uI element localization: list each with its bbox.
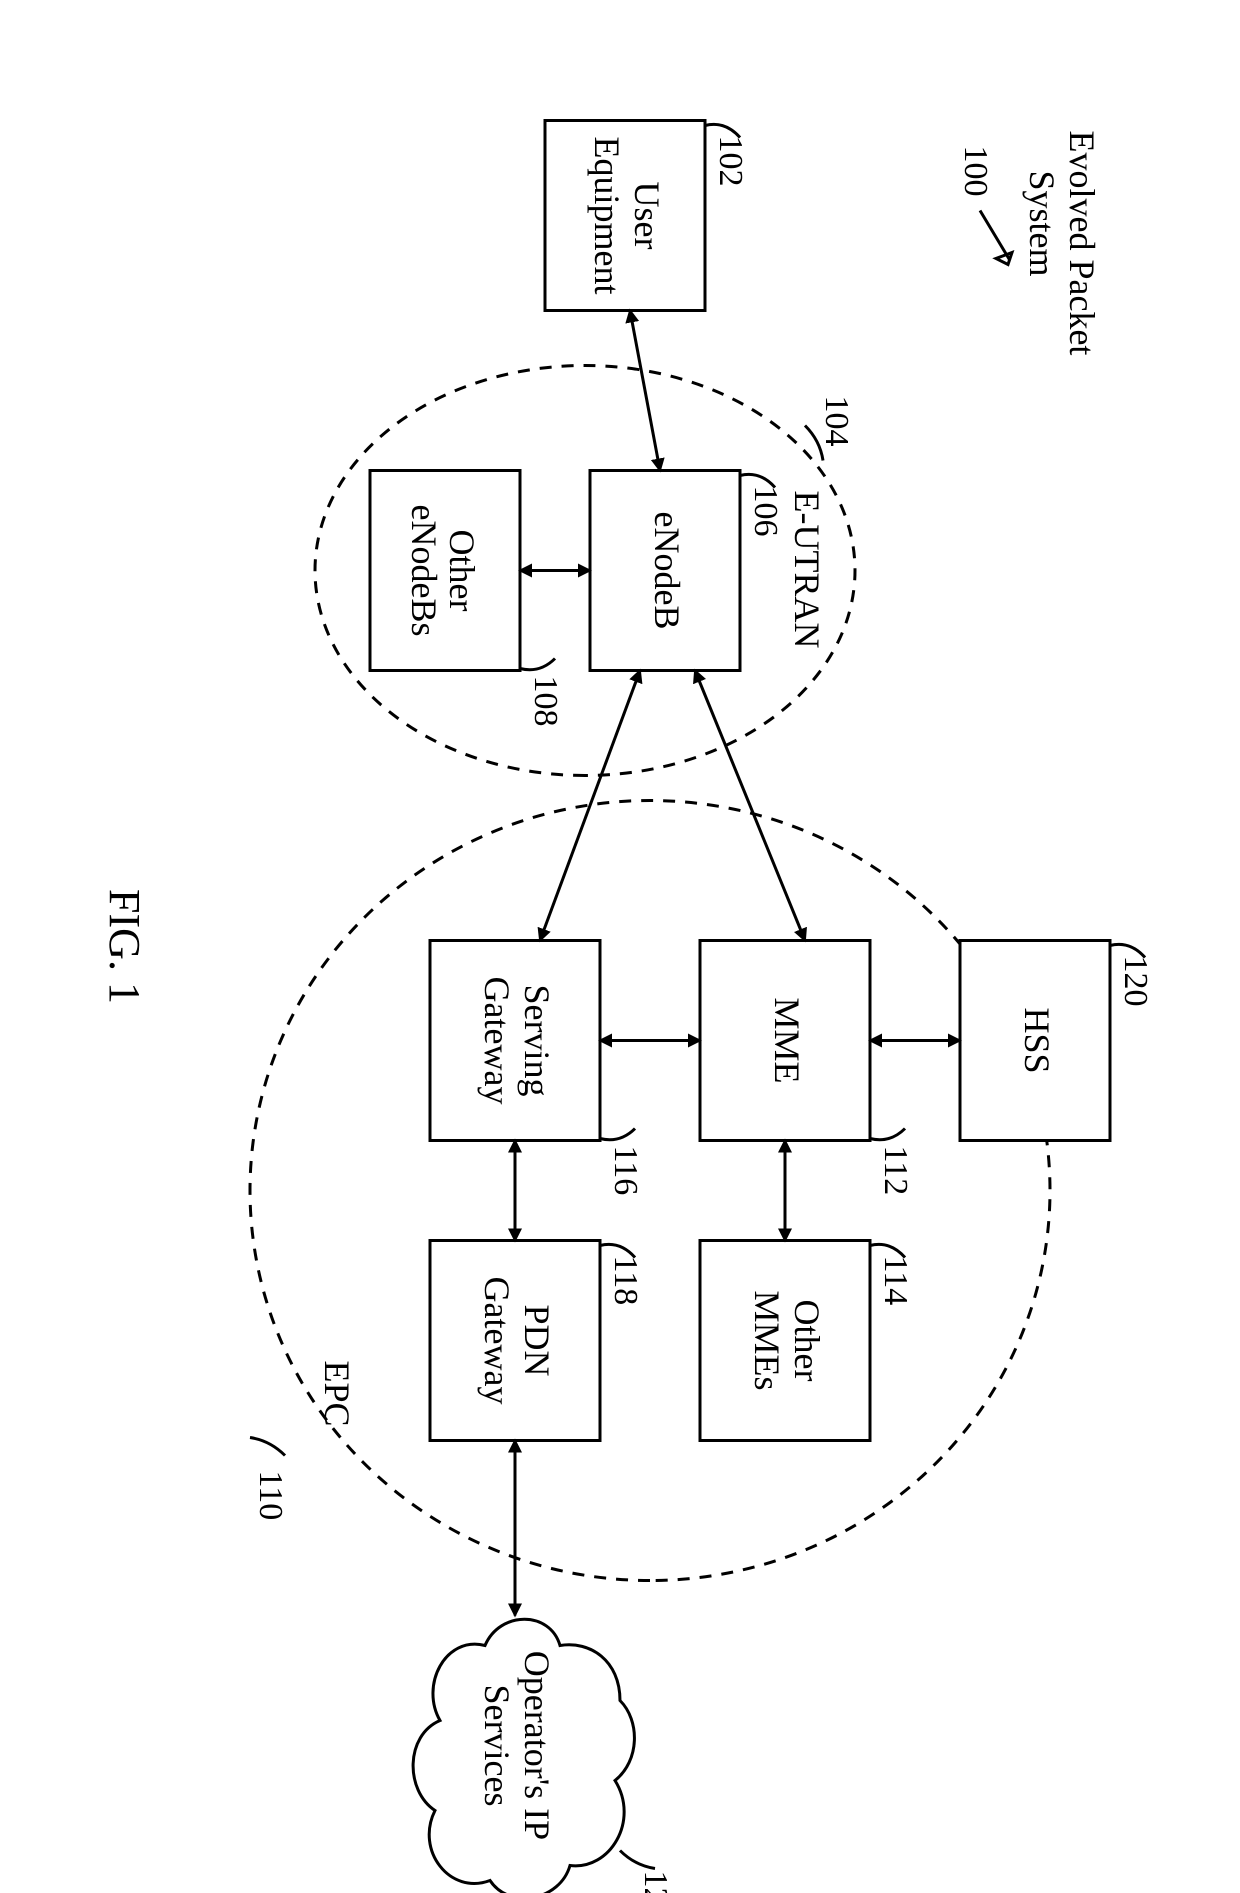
enb-l1: eNodeB	[647, 511, 687, 629]
oenb-l2: eNodeBs	[404, 504, 444, 636]
epc-leader	[250, 1437, 285, 1455]
user-equipment-node: User Equipment 102	[545, 120, 749, 310]
title-arrow	[980, 210, 1012, 264]
pgw-l2: Gateway	[477, 1276, 517, 1404]
omme-ref: 114	[877, 1255, 914, 1305]
enodeb-node: eNodeB 106	[590, 470, 784, 670]
pgw-l1: PDN	[517, 1304, 557, 1376]
oenb-l1: Other	[442, 529, 482, 611]
sgw-l2: Gateway	[477, 976, 517, 1104]
omme-l2: MMEs	[747, 1290, 787, 1390]
mme-node: MME 112	[700, 940, 914, 1195]
epc-boundary	[250, 800, 1050, 1580]
epc-ref: 110	[252, 1470, 289, 1520]
mme-l1: MME	[767, 997, 807, 1083]
hss-l1: HSS	[1017, 1007, 1057, 1073]
sgw-l1: Serving	[517, 984, 557, 1096]
hss-ref: 120	[1117, 955, 1154, 1006]
diagram: Evolved Packet System 100 E-UTRAN 104 EP…	[0, 0, 1240, 1893]
ops-l1: Operator's IP	[517, 1650, 557, 1839]
enb-ref: 106	[747, 485, 784, 536]
eutran-ref: 104	[818, 395, 855, 446]
eutran-label: E-UTRAN	[787, 490, 827, 648]
pdn-gateway-node: PDN Gateway 118	[430, 1240, 644, 1440]
other-mmes-node: Other MMEs 114	[700, 1240, 914, 1440]
ue-l2: Equipment	[587, 136, 627, 294]
pgw-ref: 118	[607, 1255, 644, 1305]
ue-l1: User	[627, 181, 667, 249]
ops-ref: 122	[637, 1870, 674, 1893]
epc-label: EPC	[317, 1360, 357, 1426]
other-enodebs-node: Other eNodeBs 108	[370, 470, 564, 726]
ops-l2: Services	[477, 1684, 517, 1806]
title-line-1: Evolved Packet	[1062, 130, 1102, 355]
figure-label: FIG. 1	[100, 889, 149, 1004]
oenb-ref: 108	[527, 675, 564, 726]
serving-gateway-node: Serving Gateway 116	[430, 940, 644, 1195]
title-ref: 100	[957, 145, 994, 196]
omme-l1: Other	[787, 1299, 827, 1381]
title-line-2: System	[1022, 170, 1062, 276]
sgw-ref: 116	[607, 1145, 644, 1195]
ue-ref: 102	[712, 135, 749, 186]
operator-ip-services-node: Operator's IP Services 122	[413, 1619, 674, 1893]
mme-ref: 112	[877, 1145, 914, 1195]
link-ue-enb	[630, 310, 660, 470]
hss-node: HSS 120	[960, 940, 1154, 1140]
